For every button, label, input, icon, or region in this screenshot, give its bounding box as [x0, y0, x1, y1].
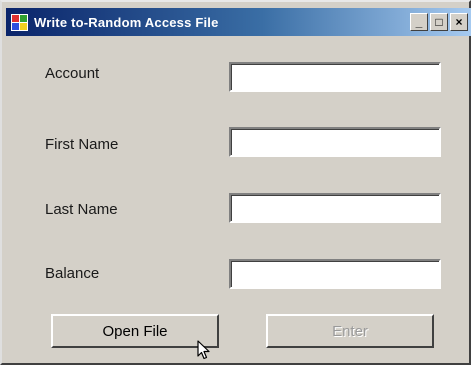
- enter-button[interactable]: Enter: [266, 314, 434, 348]
- window-controls: _ □ ×: [410, 13, 468, 31]
- app-window-icon[interactable]: [11, 13, 28, 31]
- first-name-label: First Name: [45, 136, 119, 153]
- balance-label: Balance: [45, 265, 100, 282]
- close-button[interactable]: ×: [450, 13, 468, 31]
- app-window: Write to-Random Access File _ □ × Accoun…: [0, 0, 471, 365]
- minimize-icon: _: [415, 15, 423, 29]
- balance-field[interactable]: [229, 259, 441, 289]
- open-file-button[interactable]: Open File: [51, 314, 219, 348]
- first-name-field[interactable]: [229, 127, 441, 157]
- mouse-pointer-icon: [197, 340, 211, 360]
- maximize-icon: □: [435, 15, 443, 29]
- maximize-button[interactable]: □: [430, 13, 448, 31]
- window-title: Write to-Random Access File: [34, 14, 219, 30]
- account-field[interactable]: [229, 62, 441, 92]
- close-icon: ×: [455, 15, 463, 29]
- minimize-button[interactable]: _: [410, 13, 428, 31]
- account-label: Account: [45, 65, 100, 82]
- last-name-label: Last Name: [45, 201, 118, 218]
- last-name-field[interactable]: [229, 193, 441, 223]
- title-bar[interactable]: Write to-Random Access File _ □ ×: [6, 8, 471, 36]
